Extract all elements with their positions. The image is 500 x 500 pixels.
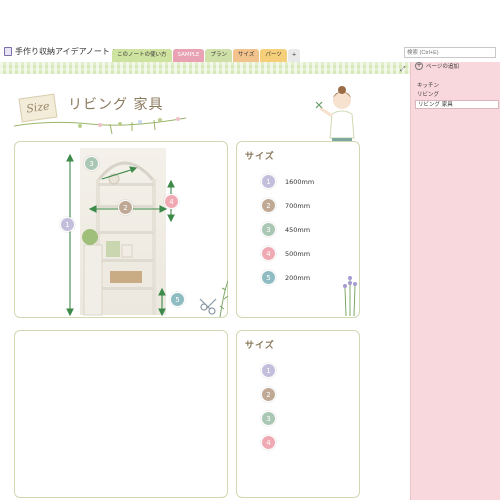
size-row: 5 200mm (261, 270, 310, 285)
size-badge-4: 4 (261, 435, 276, 450)
size-row: 1 1600mm (261, 174, 314, 189)
tab-parts[interactable]: パーツ (260, 49, 287, 62)
tab-how-to-use[interactable]: このノートの使い方 (112, 49, 172, 62)
empty-photo-card[interactable] (14, 330, 228, 498)
page-item-living-furniture[interactable]: リビング 家具 (415, 100, 499, 109)
size-value-5: 200mm (285, 273, 311, 282)
notebook-icon (4, 47, 12, 56)
size-value-1: 1600mm (285, 177, 315, 186)
size-row: 4 500mm (261, 246, 310, 261)
gingham-band (0, 62, 410, 74)
measure-badge-4: 4 (164, 194, 179, 209)
add-page-button[interactable]: + ページの追加 (415, 62, 459, 70)
girl-illustration (315, 86, 355, 144)
page-item-kitchen[interactable]: キッチン (415, 82, 499, 91)
tab-size[interactable]: サイズ (233, 49, 260, 62)
page-list-pane: + ページの追加 キッチン リビング リビング 家具 (410, 62, 500, 500)
size-heading-2: サイズ (245, 341, 275, 351)
size-badge-1: 1 (261, 363, 276, 378)
notebook-title: 手作り収納アイデアノート (15, 47, 110, 56)
tab-sample[interactable]: SAMPLE (172, 49, 205, 62)
size-badge-3: 3 (261, 222, 276, 237)
expand-icon[interactable]: ⤢ (400, 65, 406, 74)
shelf-drawing (66, 153, 228, 318)
page-item-living[interactable]: リビング (415, 91, 499, 100)
add-page-label: ページの追加 (426, 64, 459, 70)
size-badge-2: 2 (261, 387, 276, 402)
title-bar: 手作り収納アイデアノート ▼ このノートの使い方 SAMPLE プラン サイズ … (0, 0, 500, 62)
size-value-3: 450mm (285, 225, 311, 234)
notebook-selector[interactable]: 手作り収納アイデアノート ▼ (4, 46, 118, 57)
search-input[interactable] (404, 47, 496, 58)
size-value-4: 500mm (285, 249, 311, 258)
size-badge-5: 5 (261, 270, 276, 285)
size-row: 3 450mm (261, 222, 310, 237)
tab-plan[interactable]: プラン (205, 49, 232, 62)
size-list-card: サイズ 1 1600mm 2 700mm 3 450mm 4 500mm 5 2… (236, 141, 360, 318)
size-heading: サイズ (245, 152, 275, 162)
lavender-illustration (343, 276, 357, 316)
size-value-2: 700mm (285, 201, 311, 210)
page-title: リビング 家具 (68, 97, 164, 113)
measure-badge-3: 3 (84, 156, 99, 171)
size-badge-2: 2 (261, 198, 276, 213)
measure-badge-2: 2 (118, 200, 133, 215)
size-badge-4: 4 (261, 246, 276, 261)
page-list: キッチン リビング リビング 家具 (415, 82, 499, 109)
plus-icon: + (415, 62, 423, 70)
size-badge-1: 1 (261, 174, 276, 189)
section-tabs: このノートの使い方 SAMPLE プラン サイズ パーツ + (112, 49, 301, 62)
measure-badge-5: 5 (170, 292, 185, 307)
size-badge-3: 3 (261, 411, 276, 426)
size-row: 2 700mm (261, 198, 310, 213)
measure-badge-1: 1 (60, 217, 75, 232)
size-list-card-2: サイズ 1 2 3 4 (236, 330, 360, 498)
add-section-tab[interactable]: + (287, 49, 301, 62)
